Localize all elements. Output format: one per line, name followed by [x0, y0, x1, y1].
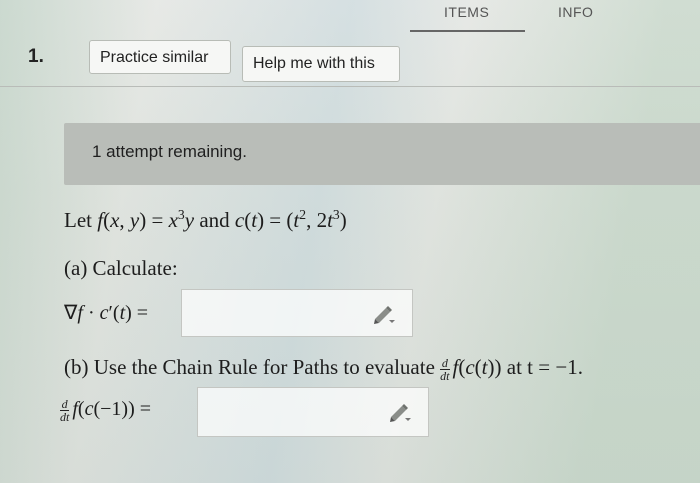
derivative-fraction: d dt — [440, 355, 450, 383]
tab-info[interactable]: INFO — [558, 4, 593, 20]
attempts-text: 1 attempt remaining. — [92, 142, 247, 161]
tab-items[interactable]: ITEMS — [444, 4, 489, 20]
question-number: 1. — [28, 46, 44, 67]
part-b-expression: d dt f(c(−1)) = — [60, 397, 152, 424]
answer-a-input[interactable] — [181, 289, 413, 337]
part-a-label: (a) Calculate: — [64, 256, 178, 280]
part-b-intro: (b) Use the Chain Rule for Paths to eval… — [64, 355, 435, 379]
active-tab-indicator — [410, 30, 525, 32]
derivative-fraction-b: d dt — [60, 397, 70, 424]
pencil-icon[interactable] — [388, 402, 412, 422]
problem-statement: Let f(x, y) = x3y and c(t) = (t2, 2t3) — [64, 207, 347, 232]
part-b-at: at — [506, 355, 522, 379]
part-b-text: (b) Use the Chain Rule for Paths to eval… — [64, 355, 583, 383]
part-b-value: t = −1. — [527, 355, 583, 379]
practice-similar-button[interactable]: Practice similar — [89, 40, 231, 74]
help-me-button[interactable]: Help me with this — [242, 46, 400, 82]
tab-bar: ITEMS INFO — [410, 0, 670, 32]
attempts-notice: 1 attempt remaining. — [64, 123, 700, 185]
divider — [0, 86, 700, 87]
answer-b-input[interactable] — [197, 387, 429, 437]
part-a-expression: ∇f · c′(t) = — [64, 302, 149, 324]
pencil-icon[interactable] — [372, 304, 396, 324]
